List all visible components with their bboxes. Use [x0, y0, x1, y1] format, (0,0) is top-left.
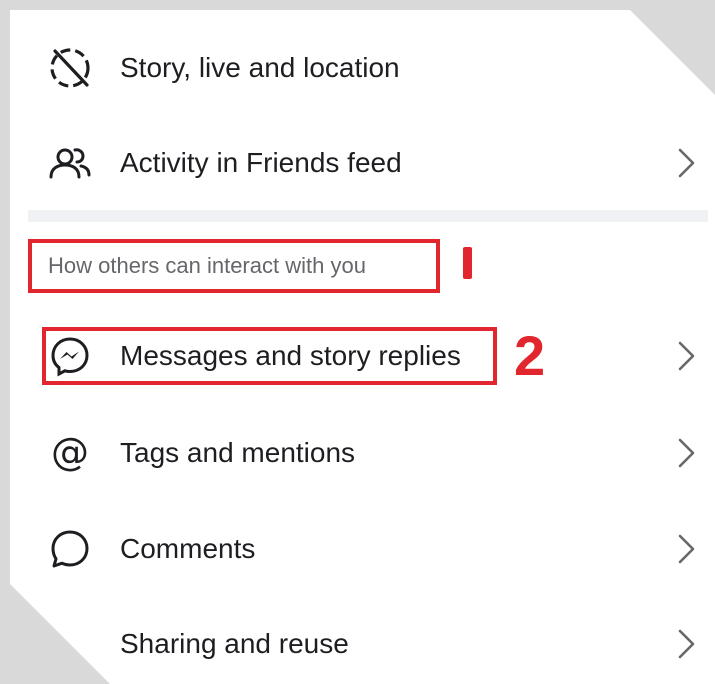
share-icon: [46, 620, 94, 668]
menu-item-label: Comments: [120, 533, 256, 564]
highlight-box-1: [28, 239, 440, 293]
menu-item-label: Tags and mentions: [120, 437, 356, 468]
highlight-box-2: [42, 327, 497, 385]
annotation-number-1: [463, 247, 472, 279]
chevron-right-icon: [678, 148, 695, 178]
annotation-number-2: 2: [514, 324, 546, 387]
menu-item-tags-mentions[interactable]: @ Tags and mentions: [10, 413, 715, 493]
chevron-right-icon: [678, 341, 695, 371]
chevron-right-icon: [678, 534, 695, 564]
svg-text:@: @: [51, 430, 89, 474]
section-divider: [28, 210, 708, 222]
chevron-right-icon: [678, 629, 695, 659]
at-icon: @: [46, 429, 94, 477]
menu-item-label: Story, live and location: [120, 52, 400, 83]
menu-item-activity-friends-feed[interactable]: Activity in Friends feed: [10, 123, 715, 203]
settings-card: Story, live and location Activity in Fri…: [10, 10, 715, 684]
chevron-right-icon: [678, 438, 695, 468]
comment-bubble-icon: [46, 525, 94, 573]
menu-item-sharing-reuse[interactable]: Sharing and reuse: [10, 604, 715, 684]
menu-item-comments[interactable]: Comments: [10, 509, 715, 589]
friends-icon: [46, 139, 94, 187]
menu-item-story-live-location[interactable]: Story, live and location: [10, 28, 715, 108]
menu-item-label: Activity in Friends feed: [120, 147, 402, 178]
menu-item-label: Sharing and reuse: [120, 628, 349, 659]
story-location-off-icon: [46, 44, 94, 92]
